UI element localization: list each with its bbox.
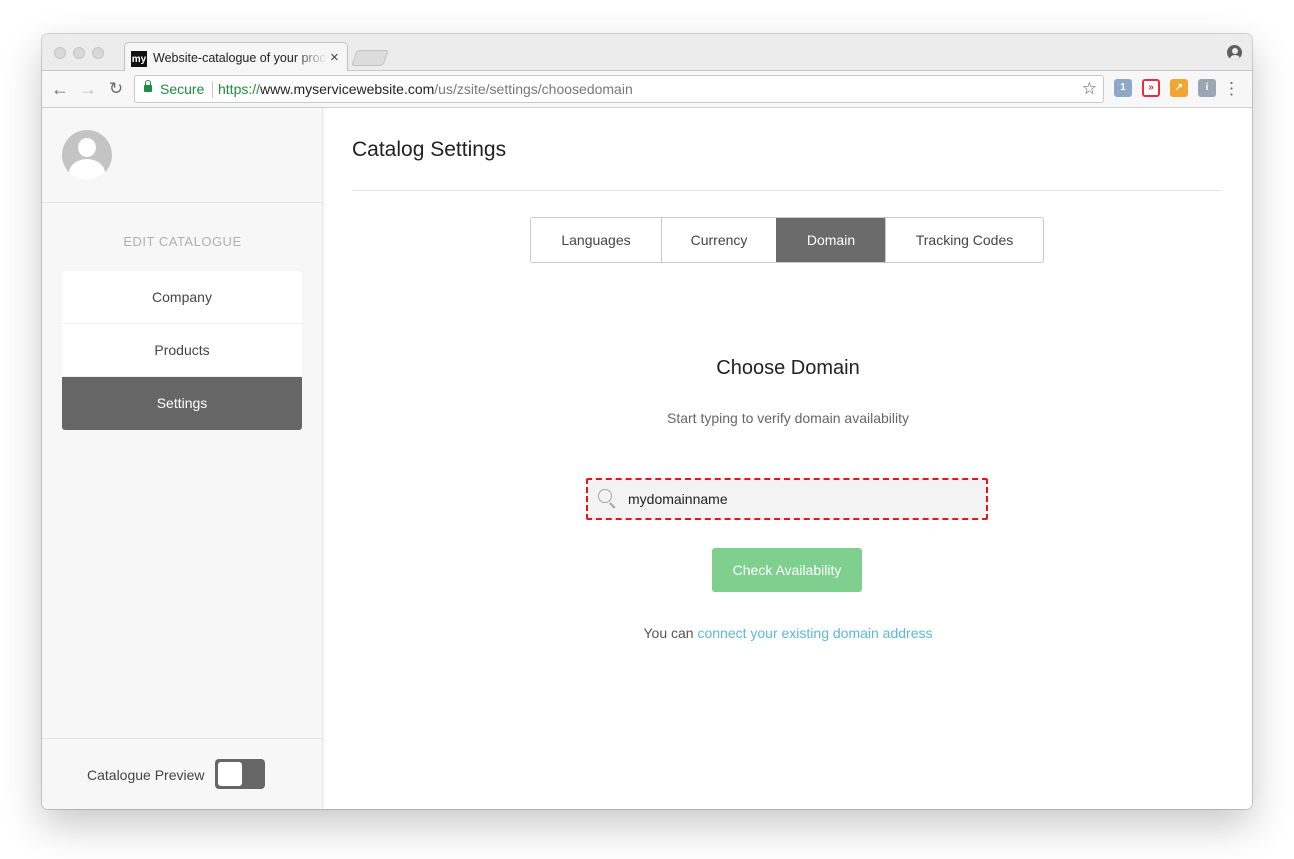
browser-tab[interactable]: my Website-catalogue of your products ×: [124, 42, 348, 72]
settings-tabs: Languages Currency Domain Tracking Codes: [530, 217, 1044, 263]
reload-icon[interactable]: ↻: [106, 79, 126, 99]
new-tab-button[interactable]: [351, 50, 389, 66]
extension-icon[interactable]: i: [1198, 79, 1216, 97]
search-icon: [598, 489, 612, 503]
tab-currency[interactable]: Currency: [661, 218, 776, 262]
secure-label: Secure: [160, 81, 205, 97]
address-bar[interactable]: Secure https://www.myservicewebsite.com/…: [134, 75, 1104, 103]
forward-arrow-icon[interactable]: →: [78, 79, 98, 99]
tab-languages[interactable]: Languages: [531, 218, 661, 262]
connect-domain-text: You can connect your existing domain add…: [643, 625, 933, 641]
url-text[interactable]: https://www.myservicewebsite.com/us/zsit…: [218, 81, 633, 97]
close-window-icon[interactable]: [54, 47, 66, 59]
page-title: Catalog Settings: [352, 138, 507, 161]
domain-search-box: [586, 478, 988, 520]
check-availability-button[interactable]: Check Availability: [712, 548, 862, 592]
lock-icon: [144, 80, 152, 92]
menu-dots-icon[interactable]: ⋮: [1223, 79, 1240, 99]
tab-strip: my Website-catalogue of your products ×: [42, 34, 1252, 72]
star-icon[interactable]: ☆: [1082, 79, 1097, 99]
catalogue-preview-toggle[interactable]: [215, 759, 265, 789]
tab-domain[interactable]: Domain: [776, 218, 885, 262]
browser-window: my Website-catalogue of your products × …: [42, 34, 1252, 809]
sidebar: EDIT CATALOGUE Company Products Settings…: [42, 108, 323, 809]
sidebar-item-settings[interactable]: Settings: [62, 377, 302, 430]
choose-domain-title: Choose Domain: [716, 357, 860, 379]
catalogue-preview-label: Catalogue Preview: [87, 767, 205, 783]
tab-close-icon[interactable]: ×: [330, 49, 339, 67]
back-arrow-icon[interactable]: ←: [50, 79, 70, 99]
page-content: EDIT CATALOGUE Company Products Settings…: [42, 108, 1252, 809]
connect-domain-link[interactable]: connect your existing domain address: [697, 625, 932, 641]
extension-icon[interactable]: »: [1142, 79, 1160, 97]
toggle-knob: [218, 762, 242, 786]
favicon-icon: my: [131, 51, 147, 67]
sidebar-section-label: EDIT CATALOGUE: [123, 234, 242, 249]
extension-icon[interactable]: 1: [1114, 79, 1132, 97]
extension-icon[interactable]: ↗: [1170, 79, 1188, 97]
browser-toolbar: ← → ↻ Secure https://www.myservicewebsit…: [42, 71, 1252, 108]
sidebar-item-company[interactable]: Company: [62, 271, 302, 324]
tab-tracking-codes[interactable]: Tracking Codes: [885, 218, 1043, 262]
sidebar-nav: Company Products Settings: [62, 271, 302, 430]
avatar-icon[interactable]: [62, 130, 112, 180]
main-panel: Catalog Settings Languages Currency Doma…: [324, 108, 1252, 809]
minimize-window-icon[interactable]: [73, 47, 85, 59]
sidebar-item-products[interactable]: Products: [62, 324, 302, 377]
profile-icon[interactable]: [1227, 45, 1242, 60]
domain-search-input[interactable]: [628, 480, 978, 518]
zoom-window-icon[interactable]: [92, 47, 104, 59]
choose-domain-subtitle: Start typing to verify domain availabili…: [667, 410, 909, 426]
